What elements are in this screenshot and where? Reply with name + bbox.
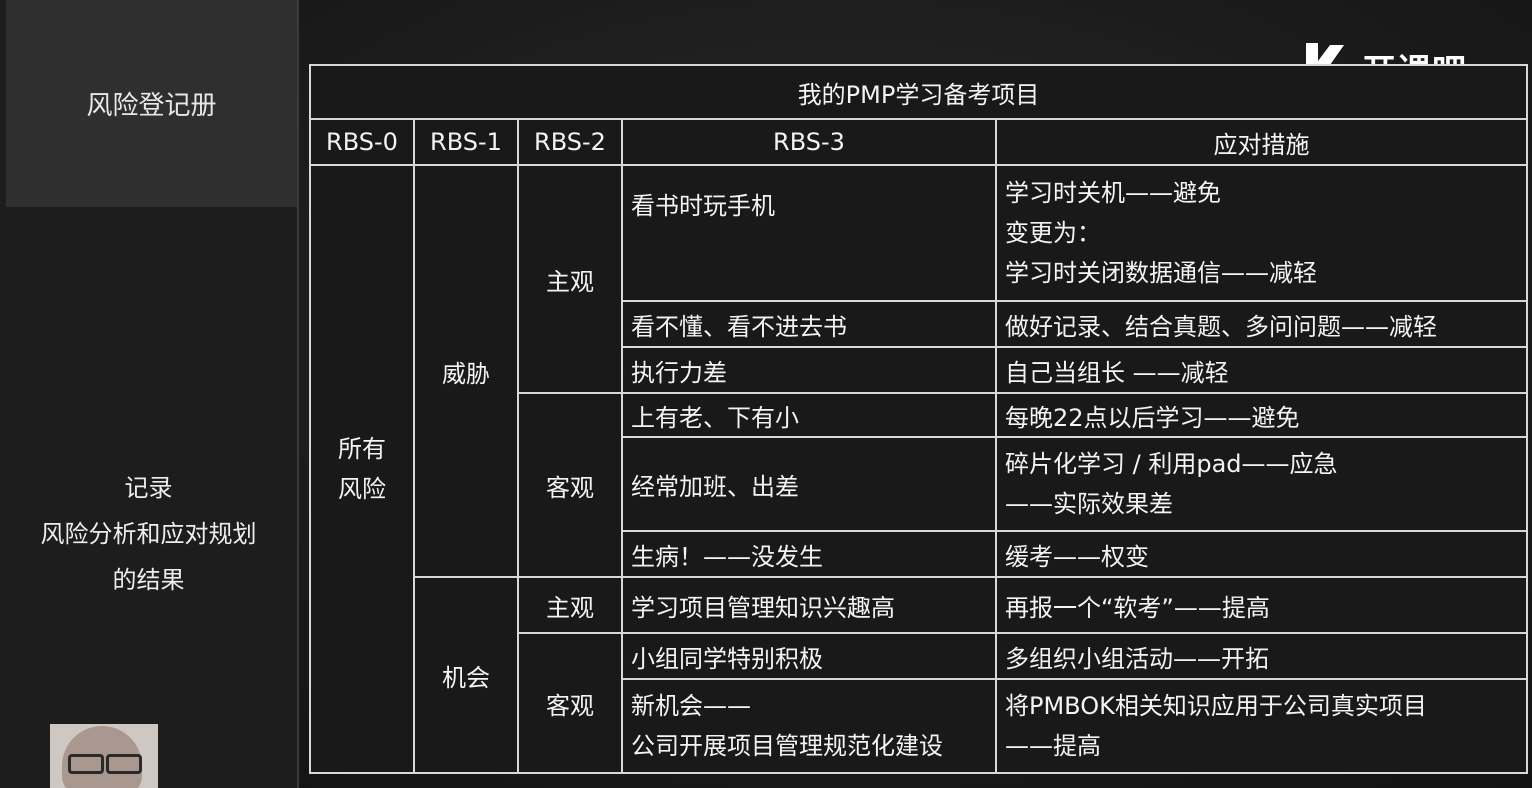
rbs3-cell: 学习项目管理知识兴趣高 — [621, 576, 997, 634]
rbs3-cell: 看不懂、看不进去书 — [621, 300, 997, 348]
column-header: RBS-0 — [309, 118, 415, 166]
response-cell: 每晚22点以后学习——避免 — [994, 392, 1529, 438]
sidebar-note: 记录 风险分析和应对规划 的结果 — [0, 465, 297, 603]
table-row: 所有 风险 威胁 主观 看书时玩手机 学习时关机——避免 变更为： 学习时关闭数据通信… — [309, 164, 1529, 774]
presenter-webcam — [50, 724, 158, 788]
sidebar-title: 风险登记册 — [6, 0, 297, 207]
rbs3-cell: 看书时玩手机 — [621, 164, 997, 302]
table-title: 我的PMP学习备考项目 — [308, 64, 1529, 120]
rbs3-cell: 经常加班、出差 — [621, 436, 997, 532]
rbs3-cell: 上有老、下有小 — [621, 392, 997, 438]
sidebar-note-line: 的结果 — [112, 566, 185, 594]
response-cell: 再报一个“软考”——提高 — [994, 576, 1529, 634]
table-row: 机会 主观 学习项目管理知识兴趣高 再报一个“软考”——提高 — [310, 576, 1529, 774]
rbs3-cell: 执行力差 — [621, 346, 997, 394]
rbs1-opportunity: 机会 — [413, 576, 519, 774]
rbs2-objective: 客观 — [517, 392, 623, 578]
sidebar: 风险登记册 记录 风险分析和应对规划 的结果 — [0, 0, 299, 788]
column-header: RBS-3 — [621, 118, 997, 166]
risk-register-table: 我的PMP学习备考项目 RBS-0 RBS-1 RBS-2 RBS-3 应对措施… — [308, 64, 1529, 774]
rbs3-cell: 小组同学特别积极 — [621, 632, 997, 680]
rbs3-cell: 新机会—— 公司开展项目管理规范化建设 — [621, 678, 997, 774]
rbs2-subjective: 主观 — [517, 164, 623, 394]
rbs2-objective: 客观 — [517, 632, 623, 774]
rbs0-cell: 所有 风险 — [309, 164, 415, 774]
table-header-row: RBS-0 RBS-1 RBS-2 RBS-3 应对措施 — [309, 118, 1529, 166]
column-header: 应对措施 — [994, 118, 1529, 166]
response-cell: 缓考——权变 — [994, 530, 1529, 578]
rbs2-subjective: 主观 — [517, 576, 623, 634]
rbs1-threat: 威胁 — [413, 164, 519, 578]
response-cell: 碎片化学习 / 利用pad——应急 ——实际效果差 — [994, 436, 1529, 532]
response-cell: 学习时关机——避免 变更为： 学习时关闭数据通信——减轻 — [994, 164, 1529, 302]
response-cell: 将PMBOK相关知识应用于公司真实项目 ——提高 — [994, 678, 1529, 774]
response-cell: 自己当组长 ——减轻 — [994, 346, 1529, 394]
sidebar-note-line: 风险分析和应对规划 — [40, 520, 257, 548]
sidebar-note-line: 记录 — [124, 474, 173, 502]
response-cell: 做好记录、结合真题、多问问题——减轻 — [994, 300, 1529, 348]
response-cell: 多组织小组活动——开拓 — [994, 632, 1529, 680]
column-header: RBS-2 — [517, 118, 623, 166]
rbs3-cell: 生病！——没发生 — [621, 530, 997, 578]
column-header: RBS-1 — [413, 118, 519, 166]
